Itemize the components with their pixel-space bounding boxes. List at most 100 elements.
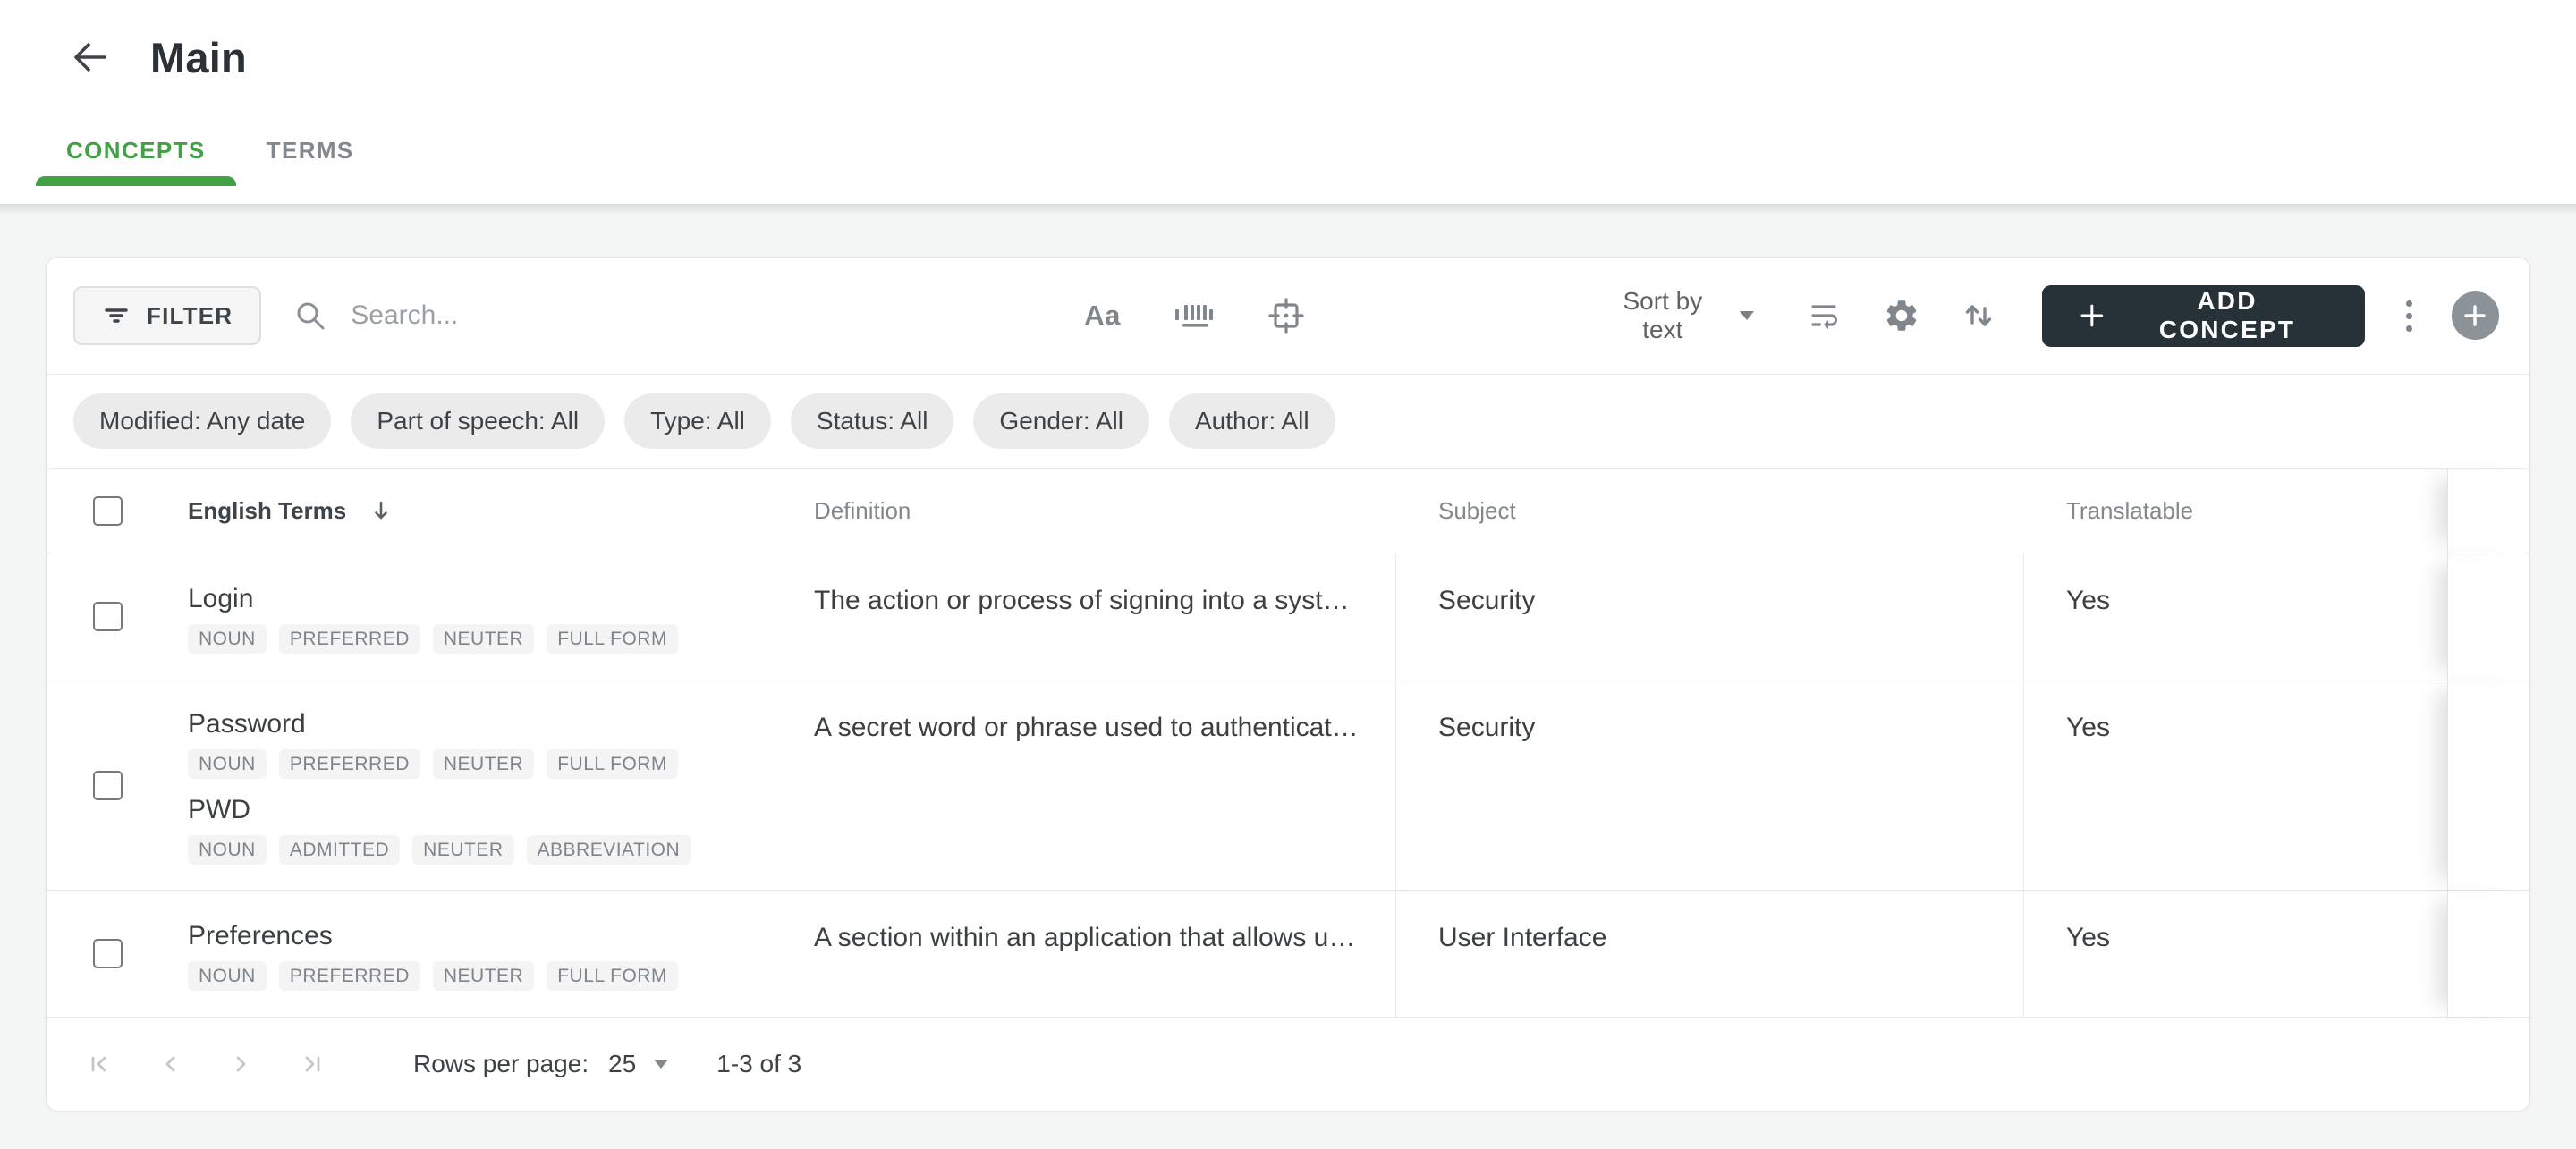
term-list: Password NOUN PREFERRED NEUTER FULL FORM PWD N… [188, 680, 814, 890]
translatable-cell: Yes [2066, 586, 2110, 615]
translatable-cell: Yes [2066, 713, 2110, 742]
term-badge: NEUTER [432, 960, 535, 991]
term-badge: PREFERRED [278, 623, 420, 654]
wrap-text-icon [1811, 305, 1837, 329]
term-badges: NOUN PREFERRED NEUTER FULL FORM [188, 960, 787, 991]
column-header-subject[interactable]: Subject [1396, 469, 2024, 553]
more-options-button[interactable] [2401, 295, 2418, 337]
term-badge: FULL FORM [547, 960, 678, 991]
page-title: Main [150, 33, 247, 81]
term-badge: NEUTER [432, 623, 535, 654]
table-body: Login NOUN PREFERRED NEUTER FULL FORM The ac… [47, 553, 2529, 1018]
filter-button-label: FILTER [147, 301, 233, 329]
pinned-gutter [2447, 680, 2529, 890]
pagination-range: 1-3 of 3 [716, 1050, 802, 1077]
row-checkbox[interactable] [93, 770, 123, 800]
match-case-icon: Aa [1084, 300, 1121, 331]
tab-concepts[interactable]: CONCEPTS [36, 114, 236, 186]
last-page-button[interactable] [288, 1039, 338, 1089]
term-text: Login [188, 583, 254, 613]
row-checkbox[interactable] [93, 939, 123, 968]
term-badge: PREFERRED [278, 749, 420, 779]
translatable-cell: Yes [2066, 923, 2110, 952]
definition-cell: A section within an application that all… [814, 891, 1396, 1017]
rows-per-page-caret-icon [654, 1060, 669, 1069]
tab-concepts-label: CONCEPTS [66, 136, 206, 164]
rows-per-page-select[interactable]: 25 [608, 1050, 669, 1078]
match-case-toggle[interactable]: Aa [1084, 300, 1121, 332]
filter-chip[interactable]: Status: All [790, 393, 954, 449]
pinned-gutter [2447, 469, 2529, 553]
select-all-checkbox[interactable] [93, 495, 123, 526]
row-checkbox-cell [47, 891, 188, 1017]
page-header: Main CONCEPTS TERMS [0, 0, 2576, 204]
term-text: PWD [188, 795, 250, 824]
rows-per-page-label: Rows per page: [413, 1050, 589, 1077]
whole-word-icon [1174, 305, 1213, 327]
subject-cell: Security [1396, 553, 2024, 680]
prev-page-icon [165, 1056, 175, 1072]
sort-desc-arrow-icon [375, 501, 388, 520]
term-list: Preferences NOUN PREFERRED NEUTER FULL FORM [188, 891, 814, 1017]
first-page-icon [91, 1056, 106, 1072]
sort-order-button[interactable] [1962, 299, 1996, 333]
whole-word-toggle[interactable] [1173, 298, 1216, 334]
term-badges: NOUN PREFERRED NEUTER FULL FORM [188, 623, 787, 654]
search-option-icons: Aa [1084, 297, 1305, 334]
gear-icon [1886, 300, 1917, 331]
term-badge: FULL FORM [547, 623, 678, 654]
settings-button[interactable] [1883, 297, 1920, 334]
column-header-definition[interactable]: Definition [814, 469, 1396, 553]
app-screen: Main CONCEPTS TERMS FILTER Search... Aa … [0, 0, 2576, 1149]
kebab-icon [2405, 300, 2412, 307]
dropdown-caret-icon [1739, 311, 1754, 320]
filter-chip[interactable]: Author: All [1168, 393, 1335, 449]
column-header-translatable[interactable]: Translatable [2024, 469, 2447, 553]
table-row[interactable]: Preferences NOUN PREFERRED NEUTER FULL FORM … [47, 891, 2529, 1018]
title-row: Main [0, 0, 2576, 114]
filter-chip[interactable]: Part of speech: All [351, 393, 606, 449]
subject-cell: User Interface [1396, 891, 2024, 1017]
term-badge: ADMITTED [278, 835, 401, 865]
term-badge: ABBREVIATION [526, 835, 691, 865]
last-page-icon [305, 1056, 320, 1072]
next-page-button[interactable] [216, 1039, 267, 1089]
filter-chip[interactable]: Modified: Any date [73, 393, 332, 449]
row-checkbox[interactable] [93, 602, 123, 631]
row-checkbox-cell [47, 680, 188, 890]
search-input[interactable] [351, 300, 817, 331]
term-entry: Password NOUN PREFERRED NEUTER FULL FORM [188, 705, 787, 779]
pagination-bar: Rows per page: 25 1-3 of 3 [47, 1018, 2529, 1111]
term-list: Login NOUN PREFERRED NEUTER FULL FORM [188, 553, 814, 680]
filter-chip[interactable]: Type: All [624, 393, 771, 449]
definition-cell: A secret word or phrase used to authenti… [814, 680, 1396, 890]
tab-terms-label: TERMS [266, 136, 354, 164]
table-row[interactable]: Login NOUN PREFERRED NEUTER FULL FORM The ac… [47, 553, 2529, 680]
first-page-button[interactable] [73, 1039, 123, 1089]
back-button[interactable] [64, 32, 114, 82]
filter-button[interactable]: FILTER [73, 286, 262, 345]
table-row[interactable]: Password NOUN PREFERRED NEUTER FULL FORM PWD N… [47, 680, 2529, 891]
active-tab-indicator [36, 176, 236, 186]
term-badge: NEUTER [412, 835, 514, 865]
content-area: FILTER Aa [0, 204, 2576, 1149]
subject-cell: Security [1396, 680, 2024, 890]
filter-chip[interactable]: Gender: All [973, 393, 1149, 449]
term-text: Preferences [188, 920, 333, 950]
column-header-english-terms[interactable]: English Terms [188, 469, 814, 553]
quick-add-button[interactable] [2451, 291, 2500, 340]
tab-terms[interactable]: TERMS [236, 114, 385, 186]
pinned-gutter [2447, 891, 2529, 1017]
exact-match-target-icon [1268, 298, 1304, 334]
wrap-text-button[interactable] [1806, 298, 1842, 334]
prev-page-button[interactable] [145, 1039, 195, 1089]
term-badge: NOUN [188, 960, 267, 991]
row-checkbox-cell [47, 553, 188, 680]
plus-icon [2080, 304, 2104, 327]
sort-by-select[interactable]: Sort by text [1600, 287, 1754, 344]
term-badges: NOUN ADMITTED NEUTER ABBREVIATION [188, 835, 787, 865]
term-badge: NEUTER [432, 749, 535, 779]
exact-match-toggle[interactable] [1267, 297, 1305, 334]
add-concept-button[interactable]: ADD CONCEPT [2041, 284, 2365, 347]
search-box [293, 299, 817, 333]
